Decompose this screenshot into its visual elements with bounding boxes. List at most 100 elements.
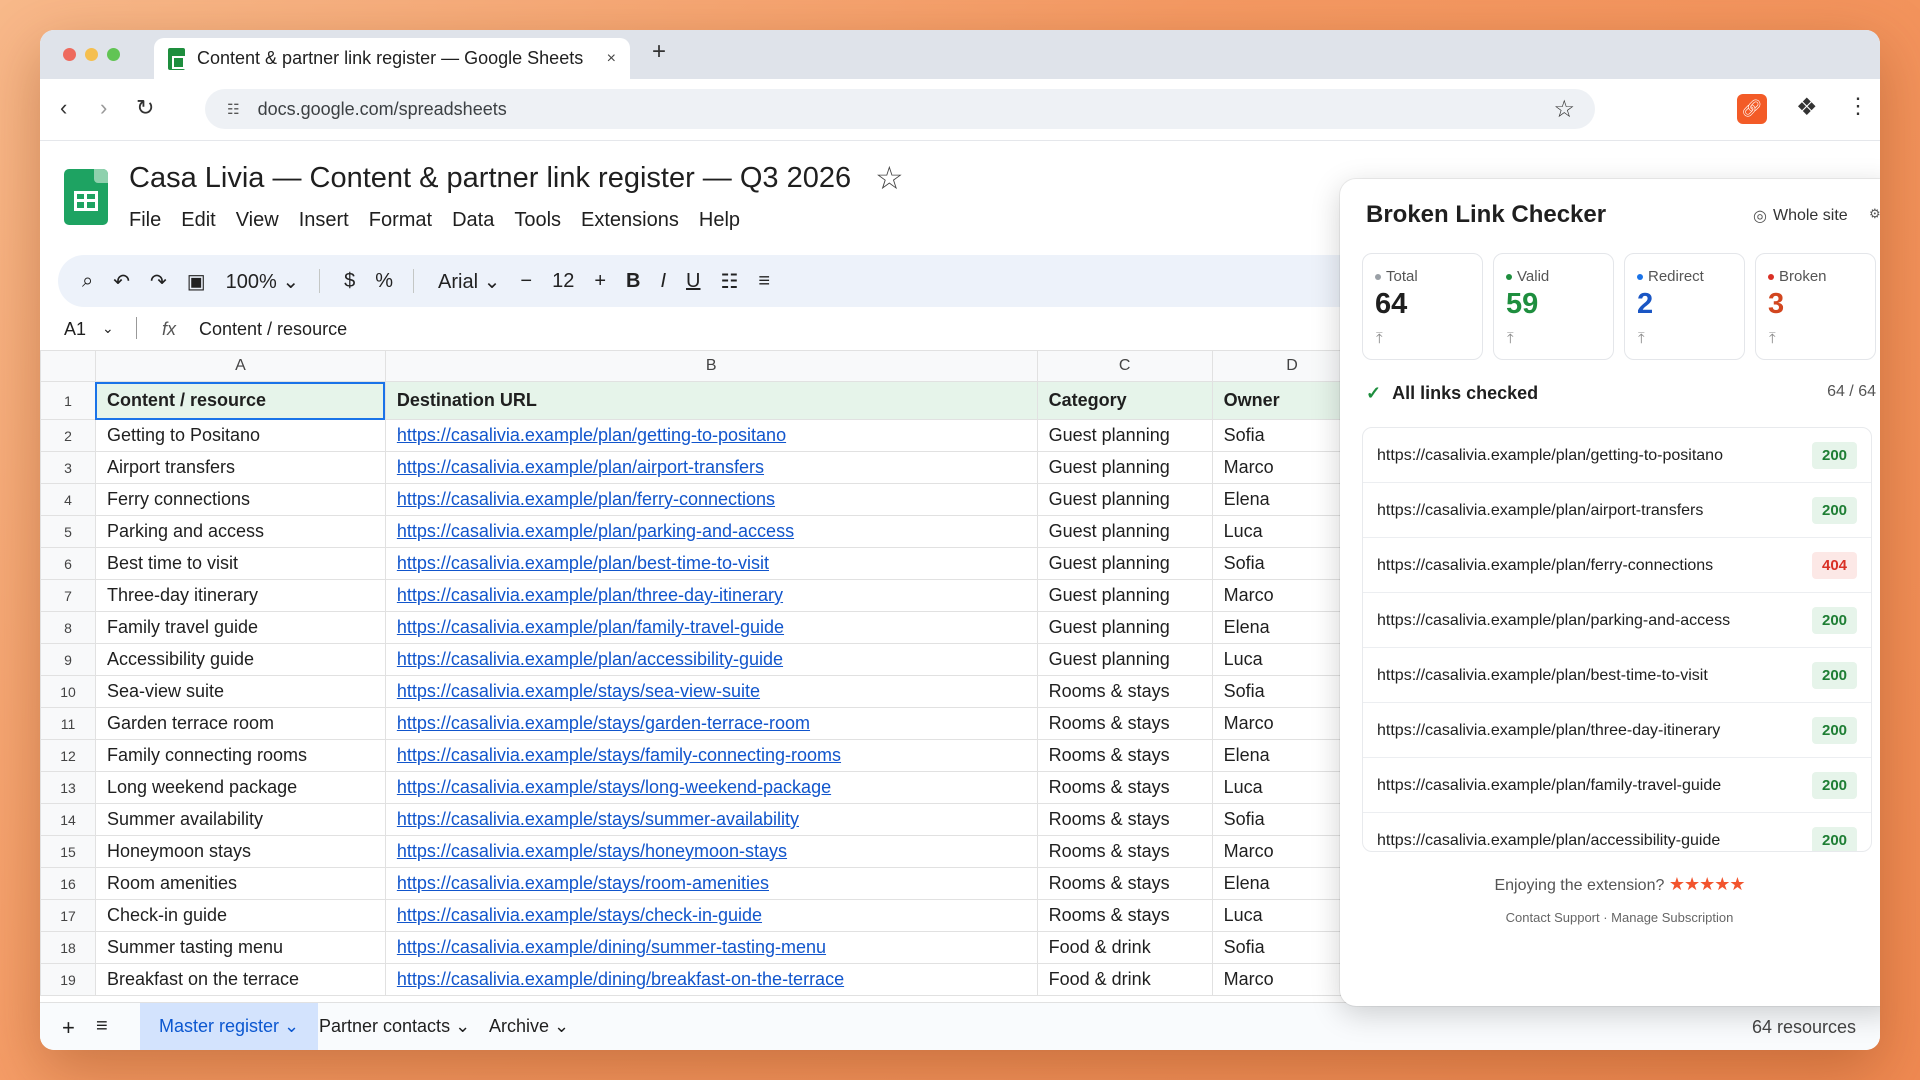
row-number[interactable]: 1 xyxy=(40,381,96,420)
font-size-input[interactable]: 12 xyxy=(552,270,574,293)
undo-icon[interactable]: ↶ xyxy=(113,269,130,294)
url-cell[interactable]: https://casalivia.example/plan/best-time… xyxy=(384,547,1038,580)
bookmark-star-icon[interactable]: ☆ xyxy=(1553,95,1575,124)
link-result-row[interactable]: https://casalivia.example/plan/accessibi… xyxy=(1363,813,1871,851)
category-cell[interactable]: Guest planning xyxy=(1036,643,1213,676)
url-cell[interactable]: https://casalivia.example/dining/breakfa… xyxy=(384,963,1038,996)
row-number[interactable]: 7 xyxy=(40,579,96,612)
menu-tools[interactable]: Tools xyxy=(514,209,561,232)
content-cell[interactable]: Breakfast on the terrace xyxy=(94,963,386,996)
category-cell[interactable]: Food & drink xyxy=(1036,963,1213,996)
row-number[interactable]: 14 xyxy=(40,803,96,836)
row-number[interactable]: 17 xyxy=(40,899,96,932)
stat-card-broken[interactable]: Broken 3 ⤒ xyxy=(1755,253,1876,360)
content-cell[interactable]: Parking and access xyxy=(94,515,386,548)
format-currency-button[interactable]: $ xyxy=(344,270,355,293)
back-icon[interactable]: ‹ xyxy=(60,95,67,121)
stat-card-valid[interactable]: Valid 59 ⤒ xyxy=(1493,253,1614,360)
url-cell[interactable]: https://casalivia.example/stays/summer-a… xyxy=(384,803,1038,836)
category-cell[interactable]: Food & drink xyxy=(1036,931,1213,964)
content-cell[interactable]: Long weekend package xyxy=(94,771,386,804)
row-number[interactable]: 15 xyxy=(40,835,96,868)
support-links[interactable]: Contact Support · Manage Subscription xyxy=(1340,910,1880,925)
link-checker-extension-icon[interactable]: 🔗︎ xyxy=(1737,94,1767,124)
borders-icon[interactable]: ☷ xyxy=(720,269,738,294)
category-cell[interactable]: Rooms & stays xyxy=(1036,707,1213,740)
export-arrow-icon[interactable]: ⤒ xyxy=(1507,330,1514,347)
content-cell[interactable]: Family travel guide xyxy=(94,611,386,644)
column-header-a[interactable]: A xyxy=(94,350,386,382)
underline-button[interactable]: U xyxy=(686,270,700,293)
content-cell[interactable]: Summer availability xyxy=(94,803,386,836)
url-cell[interactable]: https://casalivia.example/plan/getting-t… xyxy=(384,419,1038,452)
menu-extensions[interactable]: Extensions xyxy=(581,209,679,232)
stat-card-redirect[interactable]: Redirect 2 ⤒ xyxy=(1624,253,1745,360)
export-arrow-icon[interactable]: ⤒ xyxy=(1638,330,1645,347)
row-number[interactable]: 2 xyxy=(40,419,96,452)
column-header-b[interactable]: B xyxy=(384,350,1038,382)
align-icon[interactable]: ≡ xyxy=(758,270,770,293)
row-number[interactable]: 8 xyxy=(40,611,96,644)
link-results-list[interactable]: https://casalivia.example/plan/getting-t… xyxy=(1362,427,1872,852)
category-cell[interactable]: Rooms & stays xyxy=(1036,771,1213,804)
link-result-row[interactable]: https://casalivia.example/plan/three-day… xyxy=(1363,703,1871,758)
url-cell[interactable]: https://casalivia.example/plan/ferry-con… xyxy=(384,483,1038,516)
link-result-row[interactable]: https://casalivia.example/plan/getting-t… xyxy=(1363,428,1871,483)
browser-tab[interactable]: Content & partner link register — Google… xyxy=(154,38,630,79)
reload-icon[interactable]: ↻ xyxy=(136,95,154,121)
redo-icon[interactable]: ↷ xyxy=(150,269,167,294)
stat-card-total[interactable]: Total 64 ⤒ xyxy=(1362,253,1483,360)
url-cell[interactable]: https://casalivia.example/stays/family-c… xyxy=(384,739,1038,772)
content-cell[interactable]: Summer tasting menu xyxy=(94,931,386,964)
row-number[interactable]: 5 xyxy=(40,515,96,548)
format-percent-button[interactable]: % xyxy=(375,270,393,293)
scope-toggle[interactable]: ◎ Whole site xyxy=(1753,206,1848,226)
category-cell[interactable]: Rooms & stays xyxy=(1036,739,1213,772)
url-cell[interactable]: https://casalivia.example/plan/airport-t… xyxy=(384,451,1038,484)
bold-button[interactable]: B xyxy=(626,270,640,293)
formula-input[interactable]: Content / resource xyxy=(199,319,347,340)
export-arrow-icon[interactable]: ⤒ xyxy=(1376,330,1383,347)
content-cell[interactable]: Airport transfers xyxy=(94,451,386,484)
add-sheet-button[interactable]: + xyxy=(62,1015,75,1041)
row-number[interactable]: 13 xyxy=(40,771,96,804)
document-title[interactable]: Casa Livia — Content & partner link regi… xyxy=(129,162,851,195)
row-number[interactable]: 11 xyxy=(40,707,96,740)
content-cell[interactable]: Ferry connections xyxy=(94,483,386,516)
menu-insert[interactable]: Insert xyxy=(299,209,349,232)
header-cell-category[interactable]: Category xyxy=(1036,381,1213,420)
url-cell[interactable]: https://casalivia.example/stays/long-wee… xyxy=(384,771,1038,804)
tab-close-icon[interactable]: × xyxy=(607,50,616,68)
content-cell[interactable]: Three-day itinerary xyxy=(94,579,386,612)
select-all-corner[interactable] xyxy=(40,350,96,382)
increase-font-size-button[interactable]: + xyxy=(594,270,606,293)
content-cell[interactable]: Accessibility guide xyxy=(94,643,386,676)
forward-icon[interactable]: › xyxy=(100,95,107,121)
row-number[interactable]: 3 xyxy=(40,451,96,484)
sheets-logo-icon[interactable] xyxy=(64,169,108,225)
url-cell[interactable]: https://casalivia.example/plan/accessibi… xyxy=(384,643,1038,676)
url-cell[interactable]: https://casalivia.example/plan/three-day… xyxy=(384,579,1038,612)
link-result-row[interactable]: https://casalivia.example/plan/ferry-con… xyxy=(1363,538,1871,593)
menu-file[interactable]: File xyxy=(129,209,161,232)
row-number[interactable]: 18 xyxy=(40,931,96,964)
menu-edit[interactable]: Edit xyxy=(181,209,215,232)
menu-help[interactable]: Help xyxy=(699,209,740,232)
row-number[interactable]: 12 xyxy=(40,739,96,772)
site-settings-icon[interactable]: ☷ xyxy=(227,101,240,118)
column-header-c[interactable]: C xyxy=(1036,350,1213,382)
content-cell[interactable]: Sea-view suite xyxy=(94,675,386,708)
link-result-row[interactable]: https://casalivia.example/plan/airport-t… xyxy=(1363,483,1871,538)
sheet-tab-master-register[interactable]: Master register ⌄ xyxy=(140,1003,319,1050)
header-cell-url[interactable]: Destination URL xyxy=(384,381,1038,420)
category-cell[interactable]: Rooms & stays xyxy=(1036,803,1213,836)
url-cell[interactable]: https://casalivia.example/stays/check-in… xyxy=(384,899,1038,932)
category-cell[interactable]: Guest planning xyxy=(1036,611,1213,644)
category-cell[interactable]: Rooms & stays xyxy=(1036,835,1213,868)
extensions-icon[interactable]: ❖ xyxy=(1796,93,1818,122)
url-cell[interactable]: https://casalivia.example/stays/garden-t… xyxy=(384,707,1038,740)
address-bar[interactable]: ☷ docs.google.com/spreadsheets ☆ xyxy=(205,89,1595,129)
content-cell[interactable]: Best time to visit xyxy=(94,547,386,580)
rating-stars-icon[interactable]: ★★★★★ xyxy=(1669,874,1746,894)
content-cell[interactable]: Getting to Positano xyxy=(94,419,386,452)
